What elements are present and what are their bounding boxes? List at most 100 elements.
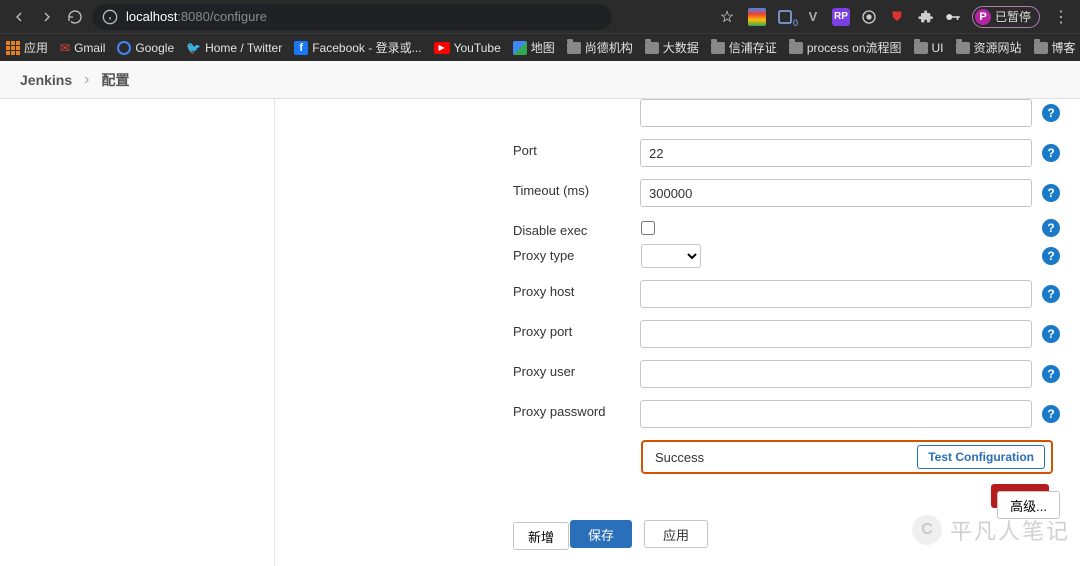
- bookmark-youtube[interactable]: ▶YouTube: [434, 41, 501, 55]
- bookmark-gmail[interactable]: ✉ Gmail: [60, 41, 105, 55]
- url-host: localhost: [126, 9, 177, 24]
- help-icon[interactable]: ?: [1042, 325, 1060, 343]
- bookmark-label: Google: [135, 41, 174, 55]
- bookmark-folder-3[interactable]: 信浦存证: [711, 39, 777, 56]
- checkbox-disable-exec[interactable]: [641, 221, 655, 235]
- bookmark-folder-7[interactable]: 博客: [1034, 39, 1076, 56]
- bookmark-label: 大数据: [663, 39, 699, 56]
- extension-icon-6[interactable]: ⛊: [888, 8, 906, 26]
- profile-status: 已暂停: [995, 8, 1031, 25]
- help-icon[interactable]: ?: [1042, 405, 1060, 423]
- watermark-text: 平凡人笔记: [950, 514, 1070, 546]
- bookmark-twitter[interactable]: 🐦Home / Twitter: [186, 41, 282, 55]
- bookmark-maps[interactable]: 地图: [513, 39, 555, 56]
- bookmark-label: 尚德机构: [585, 39, 633, 56]
- add-button[interactable]: 新增: [513, 522, 569, 550]
- select-proxy-type[interactable]: [641, 244, 701, 268]
- input-unknown-top[interactable]: [640, 99, 1032, 127]
- bookmark-bar: 应用 ✉ Gmail Google 🐦Home / Twitter fFacebo…: [0, 33, 1080, 61]
- row-disable-exec: Disable exec ?: [295, 219, 1060, 238]
- input-timeout[interactable]: [640, 179, 1032, 207]
- watermark-icon: C: [912, 515, 942, 545]
- page-body: ? Port ? Timeout (ms) ? Disable exec ? P…: [0, 99, 1080, 566]
- label-proxy-port: Proxy port: [295, 320, 640, 339]
- help-icon[interactable]: ?: [1042, 365, 1060, 383]
- extension-icon-4[interactable]: RP: [832, 8, 850, 26]
- bookmark-facebook[interactable]: fFacebook - 登录或...: [294, 39, 421, 56]
- apps-icon: [6, 41, 20, 55]
- folder-icon: [645, 42, 659, 54]
- label-port: Port: [295, 139, 640, 158]
- menu-icon[interactable]: ⋮: [1050, 6, 1072, 28]
- breadcrumb-root[interactable]: Jenkins: [20, 72, 72, 88]
- test-result-box: Success Test Configuration: [641, 440, 1053, 474]
- row-timeout: Timeout (ms) ?: [295, 179, 1060, 207]
- help-icon[interactable]: ?: [1042, 104, 1060, 122]
- gmail-icon: ✉: [60, 41, 70, 55]
- help-icon[interactable]: ?: [1042, 219, 1060, 237]
- bookmark-folder-5[interactable]: UI: [914, 41, 944, 55]
- bookmark-label: process on流程图: [807, 39, 902, 56]
- site-info-icon[interactable]: [102, 9, 118, 25]
- toolbar-right: ☆ 0 V RP ⛊ P 已暂停 ⋮: [716, 6, 1072, 28]
- test-configuration-button[interactable]: Test Configuration: [917, 445, 1045, 469]
- apps-label: 应用: [24, 39, 48, 56]
- bookmark-folder-1[interactable]: 尚德机构: [567, 39, 633, 56]
- bookmark-label: UI: [932, 41, 944, 55]
- label-proxy-type: Proxy type: [295, 244, 641, 263]
- help-icon[interactable]: ?: [1042, 144, 1060, 162]
- help-icon[interactable]: ?: [1042, 285, 1060, 303]
- folder-icon: [567, 42, 581, 54]
- row-proxy-user: Proxy user ?: [295, 360, 1060, 388]
- watermark: C 平凡人笔记: [912, 514, 1070, 546]
- bookmark-label: Gmail: [74, 41, 105, 55]
- google-icon: [117, 41, 131, 55]
- star-icon[interactable]: ☆: [716, 6, 738, 28]
- extension-icon-3[interactable]: V: [804, 8, 822, 26]
- bookmark-label: 资源网站: [974, 39, 1022, 56]
- form-area: ? Port ? Timeout (ms) ? Disable exec ? P…: [275, 99, 1080, 566]
- bookmark-label: 地图: [531, 39, 555, 56]
- breadcrumb-page[interactable]: 配置: [101, 70, 129, 90]
- bookmark-label: 博客: [1052, 39, 1076, 56]
- input-proxy-port[interactable]: [640, 320, 1032, 348]
- apps-button[interactable]: 应用: [6, 39, 48, 56]
- test-result-message: Success: [655, 450, 704, 465]
- bookmark-label: Facebook - 登录或...: [312, 39, 421, 56]
- breadcrumb-separator: ›: [84, 71, 89, 89]
- help-icon[interactable]: ?: [1042, 184, 1060, 202]
- extension-icon-2[interactable]: 0: [776, 8, 794, 26]
- input-proxy-password[interactable]: [640, 400, 1032, 428]
- bookmark-folder-4[interactable]: process on流程图: [789, 39, 902, 56]
- bookmark-folder-6[interactable]: 资源网站: [956, 39, 1022, 56]
- footer-buttons: 保存 应用: [570, 520, 708, 548]
- back-icon[interactable]: [8, 6, 30, 28]
- row-proxy-port: Proxy port ?: [295, 320, 1060, 348]
- profile-pill[interactable]: P 已暂停: [972, 6, 1040, 28]
- input-port[interactable]: [640, 139, 1032, 167]
- browser-toolbar: localhost:8080/configure ☆ 0 V RP ⛊ P 已暂…: [0, 0, 1080, 33]
- input-proxy-host[interactable]: [640, 280, 1032, 308]
- sidebar: [0, 99, 275, 566]
- bookmark-google[interactable]: Google: [117, 41, 174, 55]
- url-port: :8080: [177, 9, 210, 24]
- folder-icon: [914, 42, 928, 54]
- extension-icon-5[interactable]: [860, 8, 878, 26]
- forward-icon[interactable]: [36, 6, 58, 28]
- folder-icon: [956, 42, 970, 54]
- folder-icon: [789, 42, 803, 54]
- extensions-puzzle-icon[interactable]: [916, 8, 934, 26]
- apply-button[interactable]: 应用: [644, 520, 708, 548]
- key-icon[interactable]: [944, 8, 962, 26]
- save-button[interactable]: 保存: [570, 520, 632, 548]
- bookmark-folder-2[interactable]: 大数据: [645, 39, 699, 56]
- folder-icon: [1034, 42, 1048, 54]
- help-icon[interactable]: ?: [1042, 247, 1060, 265]
- extension-icon-1[interactable]: [748, 8, 766, 26]
- twitter-icon: 🐦: [186, 41, 201, 55]
- url-bar[interactable]: localhost:8080/configure: [92, 4, 612, 30]
- bookmark-label: 信浦存证: [729, 39, 777, 56]
- label-timeout: Timeout (ms): [295, 179, 640, 198]
- reload-icon[interactable]: [64, 6, 86, 28]
- input-proxy-user[interactable]: [640, 360, 1032, 388]
